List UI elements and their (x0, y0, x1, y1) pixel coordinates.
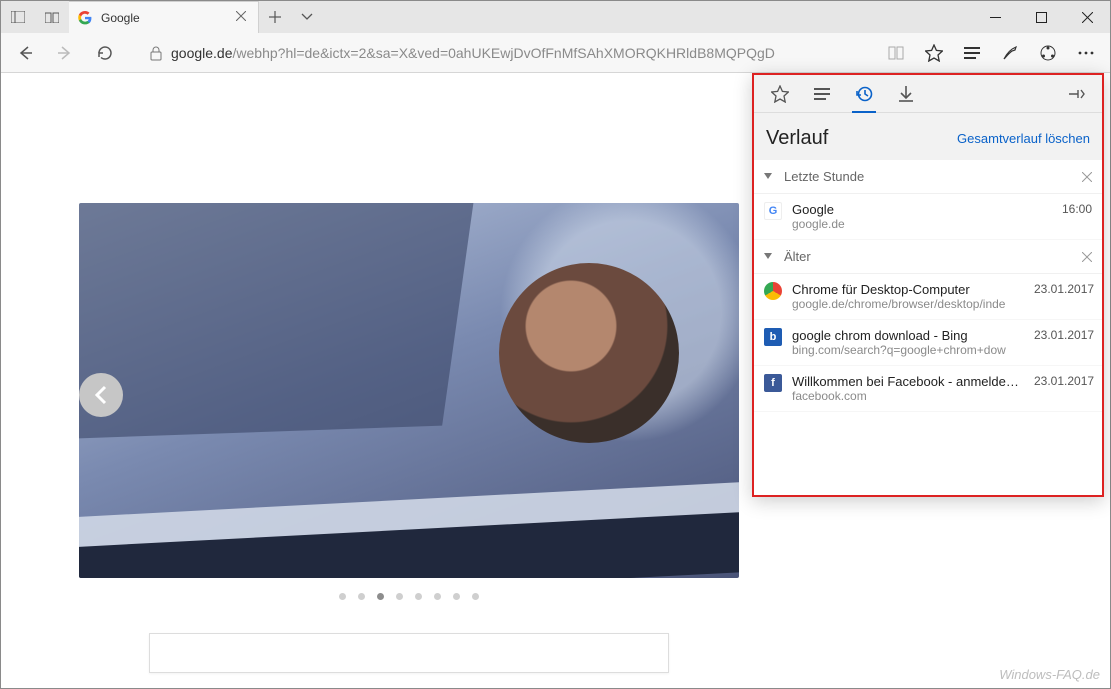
url-path: /webhp?hl=de&ictx=2&sa=X&ved=0ahUKEwjDvO… (233, 45, 775, 61)
collapse-triangle-icon (764, 253, 774, 261)
section-title: Letzte Stunde (784, 169, 1082, 184)
hub-tab-favorites[interactable] (760, 75, 800, 113)
tab-title: Google (101, 11, 228, 25)
browser-window: Google (0, 0, 1111, 689)
doodle-image[interactable] (79, 203, 739, 578)
history-item-url: facebook.com (792, 389, 1024, 403)
search-input[interactable] (149, 633, 669, 673)
bing-favicon-icon: b (764, 328, 782, 346)
clear-history-link[interactable]: Gesamtverlauf löschen (957, 131, 1090, 146)
tabs-aside-icon[interactable] (1, 1, 35, 33)
history-item-time: 16:00 (1034, 202, 1092, 216)
url-text: google.de/webhp?hl=de&ictx=2&sa=X&ved=0a… (171, 45, 775, 61)
history-item-url: google.de/chrome/browser/desktop/inde (792, 297, 1024, 311)
google-doodle-carousel (79, 203, 739, 578)
history-item-text: Chrome für Desktop-Computergoogle.de/chr… (792, 282, 1024, 311)
share-icon[interactable] (1030, 35, 1066, 71)
carousel-dot[interactable] (415, 593, 422, 600)
history-section-header[interactable]: Älter (754, 240, 1102, 274)
forward-button[interactable] (47, 35, 83, 71)
section-title: Älter (784, 249, 1082, 264)
history-item-url: bing.com/search?q=google+chrom+dow (792, 343, 1024, 357)
new-tab-button[interactable] (259, 1, 291, 33)
page-content: Verlauf Gesamtverlauf löschen Letzte Stu… (1, 73, 1110, 688)
google-search-area (79, 633, 739, 673)
carousel-dot[interactable] (377, 593, 384, 600)
history-item-text: Googlegoogle.de (792, 202, 1024, 231)
refresh-button[interactable] (87, 35, 123, 71)
history-item-time: 23.01.2017 (1034, 282, 1092, 296)
url-host: google.de (171, 45, 233, 61)
hub-body: Letzte Stunde G Googlegoogle.de 16:00 Älter C… (754, 160, 1102, 495)
titlebar-left (1, 1, 69, 33)
carousel-dot[interactable] (339, 593, 346, 600)
section-clear-icon[interactable] (1082, 252, 1092, 262)
hub-tab-downloads[interactable] (886, 75, 926, 113)
google-favicon-icon (77, 10, 93, 26)
history-item-title: Willkommen bei Facebook - anmelden, re (792, 374, 1024, 389)
carousel-dot[interactable] (358, 593, 365, 600)
section-clear-icon[interactable] (1082, 172, 1092, 182)
web-note-icon[interactable] (992, 35, 1028, 71)
address-bar[interactable]: google.de/webhp?hl=de&ictx=2&sa=X&ved=0a… (143, 45, 874, 61)
close-tab-icon[interactable] (236, 11, 250, 25)
back-button[interactable] (7, 35, 43, 71)
history-item-time: 23.01.2017 (1034, 328, 1092, 342)
history-item-url: google.de (792, 217, 1024, 231)
favorite-star-icon[interactable] (916, 35, 952, 71)
history-item-title: Chrome für Desktop-Computer (792, 282, 1024, 297)
carousel-dot[interactable] (472, 593, 479, 600)
history-item-text: google chrom download - Bingbing.com/sea… (792, 328, 1024, 357)
history-item-text: Willkommen bei Facebook - anmelden, refa… (792, 374, 1024, 403)
history-item-title: google chrom download - Bing (792, 328, 1024, 343)
titlebar: Google (1, 1, 1110, 33)
tab-preview-icon[interactable] (35, 1, 69, 33)
lock-icon (149, 45, 163, 61)
history-item[interactable]: Chrome für Desktop-Computergoogle.de/chr… (754, 274, 1102, 320)
reading-view-icon[interactable] (878, 35, 914, 71)
fb-favicon-icon: f (764, 374, 782, 392)
hub-tab-reading-list[interactable] (802, 75, 842, 113)
history-item[interactable]: G Googlegoogle.de 16:00 (754, 194, 1102, 240)
hub-panel: Verlauf Gesamtverlauf löschen Letzte Stu… (752, 73, 1104, 497)
carousel-dot[interactable] (453, 593, 460, 600)
history-section-header[interactable]: Letzte Stunde (754, 160, 1102, 194)
window-maximize-button[interactable] (1018, 1, 1064, 33)
hub-title: Verlauf (766, 127, 828, 150)
collapse-triangle-icon (764, 173, 774, 181)
browser-tab[interactable]: Google (69, 1, 259, 33)
toolbar-right (878, 35, 1104, 71)
carousel-dot[interactable] (434, 593, 441, 600)
hub-button[interactable] (954, 35, 990, 71)
window-minimize-button[interactable] (972, 1, 1018, 33)
history-item[interactable]: b google chrom download - Bingbing.com/se… (754, 320, 1102, 366)
hub-header: Verlauf Gesamtverlauf löschen (754, 113, 1102, 160)
hub-pin-icon[interactable] (1056, 75, 1096, 113)
history-item-time: 23.01.2017 (1034, 374, 1092, 388)
history-item-title: Google (792, 202, 1024, 217)
watermark: Windows-FAQ.de (999, 667, 1100, 682)
window-close-button[interactable] (1064, 1, 1110, 33)
carousel-dots (79, 593, 739, 600)
hub-tab-history[interactable] (844, 75, 884, 113)
more-icon[interactable] (1068, 35, 1104, 71)
history-item[interactable]: f Willkommen bei Facebook - anmelden, ref… (754, 366, 1102, 412)
toolbar: google.de/webhp?hl=de&ictx=2&sa=X&ved=0a… (1, 33, 1110, 73)
google-favicon-icon: G (764, 202, 782, 220)
hub-tabs (754, 75, 1102, 113)
tab-chevron-down-icon[interactable] (291, 1, 323, 33)
carousel-dot[interactable] (396, 593, 403, 600)
carousel-prev-button[interactable] (79, 373, 123, 417)
chrome-favicon-icon (764, 282, 782, 300)
